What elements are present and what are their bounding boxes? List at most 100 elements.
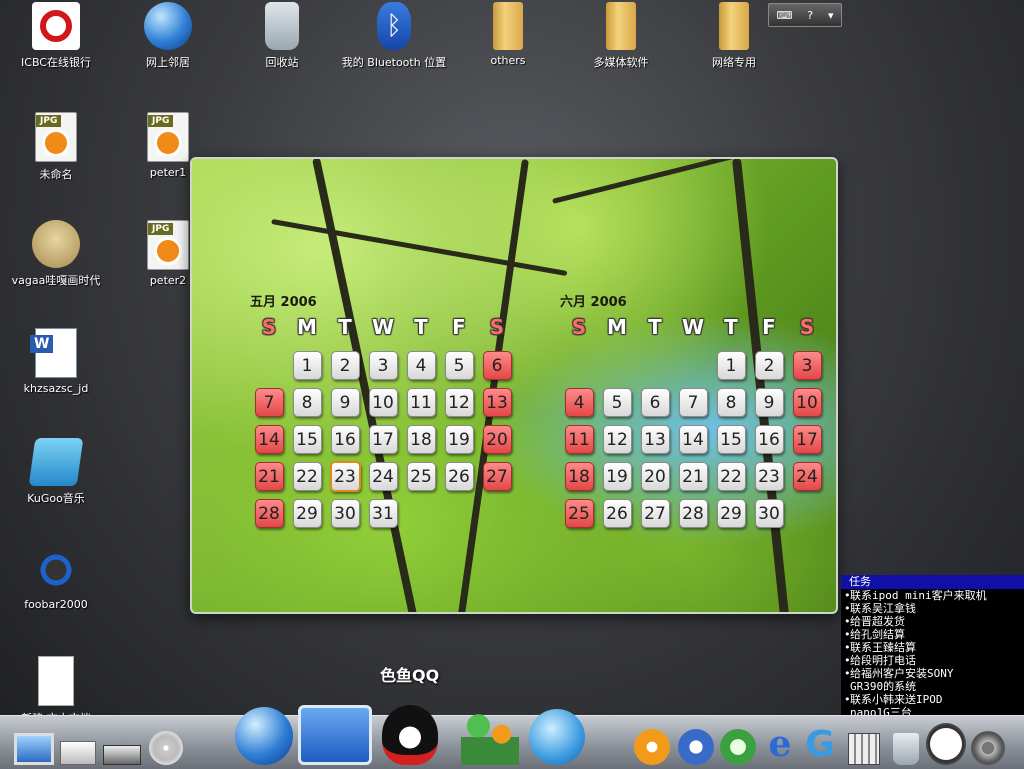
desktop-icon-foobar[interactable]: foobar2000 [0, 546, 112, 611]
calendar-day[interactable]: 28 [678, 499, 708, 528]
calendar-day[interactable]: 10 [368, 388, 398, 417]
calendar-day[interactable]: 3 [368, 351, 398, 380]
calendar-day[interactable]: 29 [292, 499, 322, 528]
trash-icon[interactable] [888, 729, 924, 765]
calendar-day[interactable]: 24 [368, 462, 398, 491]
calendar-day[interactable]: 22 [292, 462, 322, 491]
desktop-icon-vagaa[interactable]: vagaa哇嘎画时代 [0, 220, 112, 288]
calendar-day[interactable]: 27 [482, 462, 512, 491]
task-item[interactable]: •联系王臻结算 [841, 641, 1024, 654]
calendar-day[interactable]: 25 [564, 499, 594, 528]
task-item[interactable]: •给晋超发货 [841, 615, 1024, 628]
calendar-day[interactable]: 31 [368, 499, 398, 528]
media-play-icon[interactable] [676, 725, 716, 765]
calendar-day[interactable]: 25 [406, 462, 436, 491]
g-icon[interactable]: G [800, 724, 840, 765]
calendar-day[interactable]: 26 [602, 499, 632, 528]
calendar-day[interactable]: 5 [444, 351, 474, 380]
calendar-day[interactable]: 10 [792, 388, 822, 417]
calendar-day[interactable]: 23 [329, 461, 361, 492]
calendar-day[interactable]: 7 [678, 388, 708, 417]
window-icon[interactable] [298, 701, 372, 765]
calendar-day[interactable]: 14 [254, 425, 284, 454]
task-item[interactable]: •联系ipod mini客户来取机 [841, 589, 1024, 602]
calendar-day[interactable]: 9 [330, 388, 360, 417]
calendar-day[interactable]: 13 [640, 425, 670, 454]
calendar-day[interactable]: 29 [716, 499, 746, 528]
gear-icon[interactable] [968, 725, 1008, 765]
calendar-day[interactable]: 19 [444, 425, 474, 454]
task-item[interactable]: •给福州客户安装SONY [841, 667, 1024, 680]
calendar-day[interactable]: 21 [678, 462, 708, 491]
calendar-day[interactable]: 15 [716, 425, 746, 454]
task-item[interactable]: GR390的系统 [841, 680, 1024, 693]
desktop-icon-recycle-bin[interactable]: 回收站 [226, 2, 338, 70]
menu-icon[interactable]: ▾ [828, 9, 834, 22]
desktop-icon-others[interactable]: others [452, 2, 564, 67]
calendar-day[interactable]: 23 [754, 462, 784, 491]
calendar-day[interactable]: 20 [482, 425, 512, 454]
task-item[interactable]: •联系吴江拿钱 [841, 602, 1024, 615]
calendar-day[interactable]: 6 [482, 351, 512, 380]
printer-icon[interactable] [58, 725, 98, 765]
dvd-drive-icon[interactable] [146, 725, 186, 765]
calendar-day[interactable]: 1 [292, 351, 322, 380]
calendar-day[interactable]: 11 [564, 425, 594, 454]
calendar-day[interactable]: 16 [330, 425, 360, 454]
water-drop-icon[interactable] [526, 703, 588, 765]
calendar-day[interactable]: 2 [754, 351, 784, 380]
calendar-day[interactable]: 6 [640, 388, 670, 417]
calendar-day[interactable]: 8 [292, 388, 322, 417]
calendar-day[interactable]: 9 [754, 388, 784, 417]
task-item[interactable]: •给孔剑结算 [841, 628, 1024, 641]
calendar-day[interactable]: 2 [330, 351, 360, 380]
calendar-day[interactable]: 27 [640, 499, 670, 528]
calendar-day[interactable]: 22 [716, 462, 746, 491]
calendar-day[interactable]: 15 [292, 425, 322, 454]
calendar-widget[interactable]: 五月 2006 S M T W T F S 1 2 3 4 5 6 7 8 9 10 11 12 13 14 15 16 17… [190, 157, 838, 614]
headphones-icon[interactable] [632, 725, 672, 765]
calendar-day[interactable]: 21 [254, 462, 284, 491]
calendar-day[interactable]: 28 [254, 499, 284, 528]
calendar-day[interactable]: 18 [564, 462, 594, 491]
msn-buddies-icon[interactable] [458, 701, 522, 765]
desktop-icon-multimedia[interactable]: 多媒体软件 [565, 2, 677, 70]
desktop-icon-network[interactable]: 网上邻居 [112, 2, 224, 70]
calendar-day[interactable]: 3 [792, 351, 822, 380]
calendar-day[interactable]: 5 [602, 388, 632, 417]
calendar-day[interactable]: 24 [792, 462, 822, 491]
calendar-day[interactable]: 26 [444, 462, 474, 491]
calendar-day[interactable]: 20 [640, 462, 670, 491]
calendar-day[interactable]: 1 [716, 351, 746, 380]
calendar-day[interactable]: 14 [678, 425, 708, 454]
task-item[interactable]: •联系小韩来送IPOD [841, 693, 1024, 706]
calendar-day[interactable]: 30 [754, 499, 784, 528]
calendar-day[interactable]: 7 [254, 388, 284, 417]
scanner-icon[interactable] [102, 725, 142, 765]
task-item[interactable]: •给段明打电话 [841, 654, 1024, 667]
calendar-day[interactable]: 16 [754, 425, 784, 454]
calendar-day[interactable]: 11 [406, 388, 436, 417]
calendar-day[interactable]: 19 [602, 462, 632, 491]
calendar-day[interactable]: 4 [564, 388, 594, 417]
help-icon[interactable]: ? [807, 9, 813, 22]
desktop-icon-network-tools[interactable]: 网络专用 [678, 2, 790, 70]
desktop-icon-unnamed[interactable]: JPG 未命名 [0, 112, 112, 182]
desktop-icon-kugoo[interactable]: KuGoo音乐 [0, 438, 112, 506]
calendar-day[interactable]: 17 [792, 425, 822, 454]
desktop-icon-word-doc[interactable]: khzsazsc_jd [0, 328, 112, 395]
calendar-day[interactable]: 17 [368, 425, 398, 454]
clock-icon[interactable] [926, 723, 966, 765]
desktop-icon-bluetooth[interactable]: ᛒ 我的 Bluetooth 位置 [338, 2, 450, 70]
qq-penguin-icon[interactable] [378, 701, 442, 765]
calendar-day[interactable]: 13 [482, 388, 512, 417]
calculator-icon[interactable] [846, 729, 882, 765]
computer-icon[interactable] [14, 725, 54, 765]
calendar-day[interactable]: 18 [406, 425, 436, 454]
calendar-day[interactable]: 12 [444, 388, 474, 417]
calendar-day[interactable]: 30 [330, 499, 360, 528]
globe-browser-icon[interactable] [232, 701, 296, 765]
music-note-icon[interactable] [718, 725, 758, 765]
desktop-icon-icbc[interactable]: ICBC在线银行 [0, 2, 112, 70]
ie-icon[interactable]: e [760, 723, 800, 765]
